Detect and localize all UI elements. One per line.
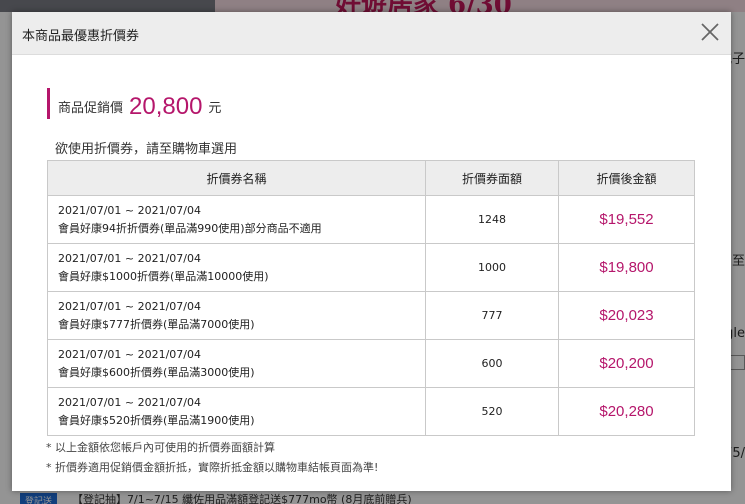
table-header-row: 折價券名稱 折價券面額 折價後金額	[47, 160, 695, 196]
table-row: 2021/07/01 ~ 2021/07/04 會員好康$1000折價券(單品滿…	[47, 243, 695, 292]
coupon-desc: 會員好康$520折價券(單品滿1900使用)	[58, 413, 255, 427]
coupon-desc: 會員好康$600折價券(單品滿3000使用)	[58, 365, 255, 379]
coupon-value: 777	[425, 291, 559, 340]
coupon-date: 2021/07/01 ~ 2021/07/04	[58, 299, 202, 313]
coupon-desc: 會員好康94折折價券(單品滿990使用)部分商品不適用	[58, 221, 322, 235]
price-after: $19,552	[558, 195, 695, 244]
coupon-name-cell: 2021/07/01 ~ 2021/07/04 會員好康$1000折價券(單品滿…	[47, 243, 426, 292]
header-price-after: 折價後金額	[558, 160, 695, 196]
table-row: 2021/07/01 ~ 2021/07/04 會員好康$777折價券(單品滿7…	[47, 291, 695, 340]
price-after: $20,200	[558, 339, 695, 388]
table-row: 2021/07/01 ~ 2021/07/04 會員好康$600折價券(單品滿3…	[47, 339, 695, 388]
coupon-date: 2021/07/01 ~ 2021/07/04	[58, 251, 202, 265]
coupon-name-cell: 2021/07/01 ~ 2021/07/04 會員好康94折折價券(單品滿99…	[47, 195, 426, 244]
price-after: $19,800	[558, 243, 695, 292]
price-label: 商品促銷價	[58, 101, 124, 116]
coupon-date: 2021/07/01 ~ 2021/07/04	[58, 395, 202, 409]
coupon-modal: 本商品最優惠折價券 商品促銷價 20,800 元 欲使用折價券，請至購物車選用 …	[12, 12, 731, 491]
coupon-value: 520	[425, 387, 559, 436]
coupon-desc: 會員好康$777折價券(單品滿7000使用)	[58, 317, 255, 331]
price-value: 20,800	[129, 93, 203, 120]
table-row: 2021/07/01 ~ 2021/07/04 會員好康$520折價券(單品滿1…	[47, 387, 695, 436]
coupon-value: 1000	[425, 243, 559, 292]
coupon-name-cell: 2021/07/01 ~ 2021/07/04 會員好康$777折價券(單品滿7…	[47, 291, 426, 340]
price-unit: 元	[208, 101, 222, 116]
coupon-name-cell: 2021/07/01 ~ 2021/07/04 會員好康$520折價券(單品滿1…	[47, 387, 426, 436]
coupon-date: 2021/07/01 ~ 2021/07/04	[58, 347, 202, 361]
coupon-date: 2021/07/01 ~ 2021/07/04	[58, 203, 202, 217]
promo-price-row: 商品促銷價 20,800 元	[47, 88, 221, 119]
header-coupon-value: 折價券面額	[425, 160, 559, 196]
coupon-desc: 會員好康$1000折價券(單品滿10000使用)	[58, 269, 269, 283]
modal-title: 本商品最優惠折價券	[22, 29, 140, 44]
header-coupon-name: 折價券名稱	[47, 160, 426, 196]
table-row: 2021/07/01 ~ 2021/07/04 會員好康94折折價券(單品滿99…	[47, 195, 695, 244]
footnote: * 以上金額依您帳戶內可使用的折價券面額計算	[46, 441, 275, 454]
close-icon	[701, 23, 719, 41]
coupon-table: 折價券名稱 折價券面額 折價後金額 2021/07/01 ~ 2021/07/0…	[47, 160, 695, 436]
price-after: $20,280	[558, 387, 695, 436]
coupon-name-cell: 2021/07/01 ~ 2021/07/04 會員好康$600折價券(單品滿3…	[47, 339, 426, 388]
modal-header: 本商品最優惠折價券	[12, 12, 731, 55]
price-after: $20,023	[558, 291, 695, 340]
footnotes: * 以上金額依您帳戶內可使用的折價券面額計算 * 折價券適用促銷價金額折抵，實際…	[46, 438, 378, 478]
coupon-hint: 欲使用折價券，請至購物車選用	[55, 142, 238, 157]
close-button[interactable]	[697, 19, 723, 45]
coupon-value: 600	[425, 339, 559, 388]
coupon-value: 1248	[425, 195, 559, 244]
footnote: * 折價券適用促銷價金額折抵，實際折抵金額以購物車結帳頁面為準!	[46, 461, 379, 474]
